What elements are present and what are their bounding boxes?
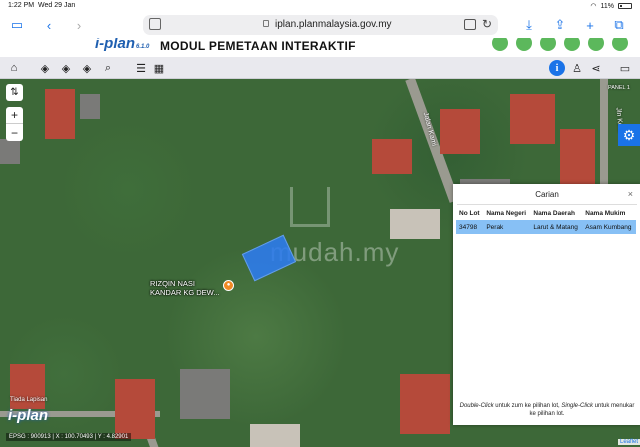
info-icon[interactable]: i <box>549 60 565 76</box>
translate-icon[interactable] <box>464 19 476 30</box>
wifi-icon: ◠ <box>590 3 597 10</box>
grid-icon[interactable]: ▦ <box>151 60 167 76</box>
expand-icon[interactable]: ▭ <box>617 60 633 76</box>
status-date: Wed 29 Jan <box>38 2 76 9</box>
building <box>400 374 450 434</box>
column-header: Nama Daerah <box>533 209 575 217</box>
layers-icon[interactable]: ◈ <box>37 60 53 76</box>
poi-label: RIZQIN NASI KANDAR KG DEW... <box>150 279 220 297</box>
url-text: iplan.planmalaysia.gov.my <box>275 19 392 30</box>
results-table: No Lot Nama Negeri Nama Daerah Nama Muki… <box>456 206 636 234</box>
table-row[interactable]: 34798 Perak Larut & Matang Asam Kumbang <box>456 220 636 234</box>
building <box>0 139 20 164</box>
building <box>115 379 155 439</box>
reload-icon[interactable]: ↻ <box>482 17 492 31</box>
header-icon-5[interactable] <box>588 38 604 51</box>
divider <box>457 204 637 205</box>
gear-icon[interactable]: ⚙ <box>618 124 640 146</box>
building <box>250 424 300 447</box>
forward-button[interactable]: › <box>70 16 88 34</box>
watermark-house-icon <box>290 187 330 227</box>
table-cell-daerah: Larut & Matang <box>530 220 583 234</box>
header-icon-3[interactable] <box>540 38 556 51</box>
table-header-row: No Lot Nama Negeri Nama Daerah Nama Muki… <box>456 206 636 220</box>
sidebar-icon[interactable]: ▭ <box>8 16 26 34</box>
zoom-out-button[interactable]: − <box>6 124 23 141</box>
column-header: Nama Negeri <box>486 209 527 217</box>
browser-toolbar: ▭ ‹ › iplan.planmalaysia.gov.my ↻ ⤓ ⇪ + … <box>0 12 640 38</box>
road-right <box>600 79 608 199</box>
table-cell-lot: 34798 <box>456 220 484 234</box>
person-icon[interactable]: ♙ <box>569 60 585 76</box>
zoom-in-button[interactable]: + <box>6 107 23 124</box>
building <box>45 89 75 139</box>
building <box>440 109 480 154</box>
zoom-search-icon[interactable]: ⌕ <box>100 60 116 76</box>
building <box>80 94 100 119</box>
column-header: No Lot <box>459 209 480 217</box>
battery-icon <box>618 3 632 9</box>
site-header: i-plan6.1.0 MODUL PEMETAAN INTERAKTIF <box>0 38 640 57</box>
building <box>510 94 555 144</box>
restaurant-pin-icon[interactable]: ● <box>223 280 234 291</box>
zoom-control: + − <box>6 107 23 141</box>
coordinate-readout: EPSG : 900913 | X : 100.70493 | Y : 4.82… <box>6 433 132 441</box>
page-title: MODUL PEMETAAN INTERAKTIF <box>160 39 356 53</box>
header-icons <box>492 38 628 51</box>
building <box>180 369 230 419</box>
column-header: Nama Mukim <box>585 209 626 217</box>
map-logo: i-plan <box>8 407 48 424</box>
map-toolbar: ⌂ ◈ ◈ ◈ ⌕ ☰ ▦ i ♙ ⋖ ▭ <box>0 57 640 79</box>
new-tab-button[interactable]: + <box>581 16 599 34</box>
table-cell-mukim: Asam Kumbang <box>582 220 636 234</box>
layers-remove-icon[interactable]: ◈ <box>79 60 95 76</box>
site-logo[interactable]: i-plan6.1.0 <box>95 38 149 52</box>
status-time: 1:22 PM <box>8 2 35 9</box>
back-button[interactable]: ‹ <box>40 16 58 34</box>
layer-toggle-button[interactable]: ⇅ <box>6 84 23 101</box>
search-results-panel: Carian × No Lot Nama Negeri Nama Daerah … <box>453 184 640 425</box>
lock-icon <box>263 20 269 27</box>
status-right: ◠ 11% <box>590 2 632 10</box>
panel-label: PANEL 1 <box>607 85 630 91</box>
layer-status: Tiada Lapisan <box>10 397 48 403</box>
leaflet-attribution[interactable]: Leaflet <box>617 439 640 445</box>
download-icon[interactable]: ⤓ <box>520 16 538 34</box>
header-icon-4[interactable] <box>564 38 580 51</box>
address-bar[interactable]: iplan.planmalaysia.gov.my ↻ <box>143 15 498 35</box>
header-icon-1[interactable] <box>492 38 508 51</box>
status-bar: 1:22 PM Wed 29 Jan ◠ 11% <box>0 0 640 12</box>
battery-percent: 11% <box>600 2 615 10</box>
panel-title: Carian <box>535 190 559 199</box>
header-icon-2[interactable] <box>516 38 532 51</box>
list-icon[interactable]: ☰ <box>133 60 149 76</box>
header-icon-6[interactable] <box>612 38 628 51</box>
table-cell-negeri: Perak <box>483 220 531 234</box>
tabs-icon[interactable]: ⧉ <box>610 16 628 34</box>
building <box>372 139 412 174</box>
layers-add-icon[interactable]: ◈ <box>58 60 74 76</box>
share-map-icon[interactable]: ⋖ <box>588 60 604 76</box>
page-settings-icon[interactable] <box>149 18 161 30</box>
building <box>560 129 595 184</box>
share-icon[interactable]: ⇪ <box>551 16 569 34</box>
home-icon[interactable]: ⌂ <box>6 60 22 76</box>
panel-footer-hint: Double-Click untuk zum ke pilihan lot, S… <box>459 403 635 417</box>
building <box>390 209 440 239</box>
close-icon[interactable]: × <box>628 189 633 199</box>
